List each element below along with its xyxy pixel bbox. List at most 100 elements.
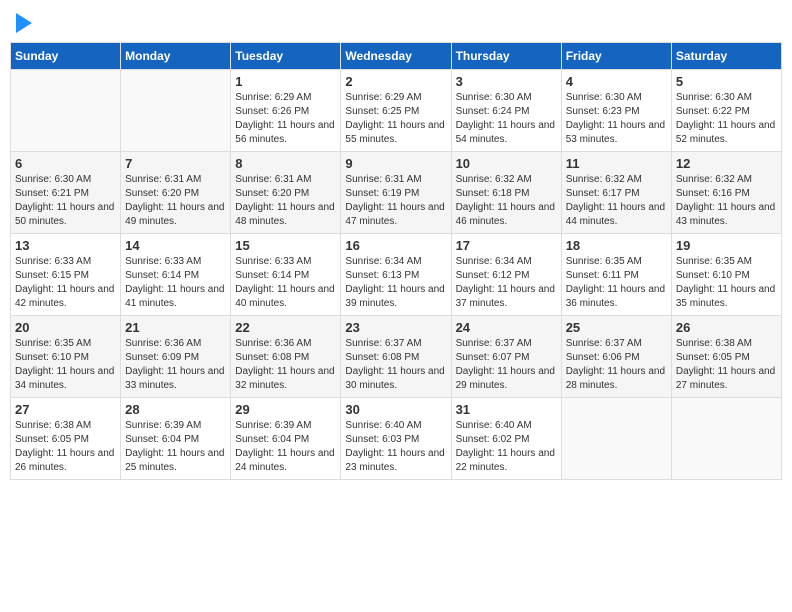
calendar-cell: 28Sunrise: 6:39 AMSunset: 6:04 PMDayligh… (121, 398, 231, 480)
day-info: Sunrise: 6:38 AMSunset: 6:05 PMDaylight:… (676, 337, 777, 393)
day-number: 10 (456, 156, 557, 171)
calendar-cell: 21 Sunrise: 6:36 AMSunset: 6:09 PMDayligh… (121, 316, 231, 398)
day-number: 14 (125, 238, 226, 253)
page-header (10, 10, 782, 34)
day-info: Sunrise: 6:35 AMSunset: 6:11 PMDaylight:… (566, 255, 667, 311)
calendar-cell: 17 Sunrise: 6:34 AMSunset: 6:12 PMDayligh… (451, 234, 561, 316)
day-number: 4 (566, 74, 667, 89)
weekday-header-wednesday: Wednesday (341, 43, 451, 70)
day-info: Sunrise: 6:32 AMSunset: 6:18 PMDaylight:… (456, 173, 557, 229)
logo-text-general (14, 10, 32, 34)
day-info: Sunrise: 6:38 AMSunset: 6:05 PMDaylight:… (15, 419, 116, 475)
day-number: 5 (676, 74, 777, 89)
calendar-cell: 5 Sunrise: 6:30 AMSunset: 6:22 PMDaylight… (671, 70, 781, 152)
day-info: Sunrise: 6:40 AMSunset: 6:03 PMDaylight:… (345, 419, 446, 475)
day-info: Sunrise: 6:35 AMSunset: 6:10 PMDaylight:… (15, 337, 116, 393)
calendar-cell: 8 Sunrise: 6:31 AMSunset: 6:20 PMDaylight… (231, 152, 341, 234)
calendar-cell: 23 Sunrise: 6:37 AMSunset: 6:08 PMDayligh… (341, 316, 451, 398)
day-number: 20 (15, 320, 116, 335)
day-info: Sunrise: 6:39 AMSunset: 6:04 PMDaylight:… (125, 419, 226, 475)
day-number: 11 (566, 156, 667, 171)
calendar-cell: 25Sunrise: 6:37 AMSunset: 6:06 PMDayligh… (561, 316, 671, 398)
calendar-cell: 29 Sunrise: 6:39 AMSunset: 6:04 PMDayligh… (231, 398, 341, 480)
day-info: Sunrise: 6:34 AMSunset: 6:12 PMDaylight:… (456, 255, 557, 311)
calendar-cell: 16 Sunrise: 6:34 AMSunset: 6:13 PMDayligh… (341, 234, 451, 316)
day-info: Sunrise: 6:30 AMSunset: 6:23 PMDaylight:… (566, 91, 667, 147)
calendar-cell: 19 Sunrise: 6:35 AMSunset: 6:10 PMDayligh… (671, 234, 781, 316)
calendar-table: SundayMondayTuesdayWednesdayThursdayFrid… (10, 42, 782, 480)
day-number: 8 (235, 156, 336, 171)
day-number: 1 (235, 74, 336, 89)
day-number: 23 (345, 320, 446, 335)
day-info: Sunrise: 6:29 AMSunset: 6:25 PMDaylight:… (345, 91, 446, 147)
logo (14, 10, 32, 34)
calendar-cell: 2 Sunrise: 6:29 AMSunset: 6:25 PMDaylight… (341, 70, 451, 152)
calendar-week-row: 20 Sunrise: 6:35 AMSunset: 6:10 PMDayligh… (11, 316, 782, 398)
calendar-cell: 18 Sunrise: 6:35 AMSunset: 6:11 PMDayligh… (561, 234, 671, 316)
calendar-cell: 12Sunrise: 6:32 AMSunset: 6:16 PMDayligh… (671, 152, 781, 234)
day-number: 2 (345, 74, 446, 89)
day-info: Sunrise: 6:36 AMSunset: 6:09 PMDaylight:… (125, 337, 226, 393)
day-info: Sunrise: 6:39 AMSunset: 6:04 PMDaylight:… (235, 419, 336, 475)
day-info: Sunrise: 6:30 AMSunset: 6:22 PMDaylight:… (676, 91, 777, 147)
calendar-week-row: 6Sunrise: 6:30 AMSunset: 6:21 PMDaylight… (11, 152, 782, 234)
calendar-cell: 4 Sunrise: 6:30 AMSunset: 6:23 PMDaylight… (561, 70, 671, 152)
day-number: 13 (15, 238, 116, 253)
day-info: Sunrise: 6:33 AMSunset: 6:15 PMDaylight:… (15, 255, 116, 311)
day-info: Sunrise: 6:31 AMSunset: 6:20 PMDaylight:… (125, 173, 226, 229)
day-number: 26 (676, 320, 777, 335)
calendar-cell: 10 Sunrise: 6:32 AMSunset: 6:18 PMDayligh… (451, 152, 561, 234)
weekday-header-tuesday: Tuesday (231, 43, 341, 70)
weekday-header-monday: Monday (121, 43, 231, 70)
day-info: Sunrise: 6:37 AMSunset: 6:08 PMDaylight:… (345, 337, 446, 393)
calendar-cell: 31 Sunrise: 6:40 AMSunset: 6:02 PMDayligh… (451, 398, 561, 480)
calendar-cell (561, 398, 671, 480)
day-info: Sunrise: 6:33 AMSunset: 6:14 PMDaylight:… (125, 255, 226, 311)
day-info: Sunrise: 6:31 AMSunset: 6:20 PMDaylight:… (235, 173, 336, 229)
calendar-cell (671, 398, 781, 480)
calendar-cell: 24 Sunrise: 6:37 AMSunset: 6:07 PMDayligh… (451, 316, 561, 398)
day-number: 27 (15, 402, 116, 417)
calendar-cell: 6Sunrise: 6:30 AMSunset: 6:21 PMDaylight… (11, 152, 121, 234)
day-number: 24 (456, 320, 557, 335)
day-number: 3 (456, 74, 557, 89)
day-number: 16 (345, 238, 446, 253)
calendar-week-row: 1 Sunrise: 6:29 AMSunset: 6:26 PMDaylight… (11, 70, 782, 152)
day-info: Sunrise: 6:30 AMSunset: 6:24 PMDaylight:… (456, 91, 557, 147)
calendar-cell: 1 Sunrise: 6:29 AMSunset: 6:26 PMDaylight… (231, 70, 341, 152)
calendar-cell: 3 Sunrise: 6:30 AMSunset: 6:24 PMDaylight… (451, 70, 561, 152)
weekday-header-row: SundayMondayTuesdayWednesdayThursdayFrid… (11, 43, 782, 70)
day-number: 19 (676, 238, 777, 253)
logo-arrow-icon (16, 13, 32, 33)
day-number: 7 (125, 156, 226, 171)
weekday-header-thursday: Thursday (451, 43, 561, 70)
calendar-cell: 30Sunrise: 6:40 AMSunset: 6:03 PMDayligh… (341, 398, 451, 480)
day-number: 18 (566, 238, 667, 253)
day-number: 12 (676, 156, 777, 171)
calendar-cell (11, 70, 121, 152)
calendar-cell: 15 Sunrise: 6:33 AMSunset: 6:14 PMDayligh… (231, 234, 341, 316)
day-number: 15 (235, 238, 336, 253)
day-number: 25 (566, 320, 667, 335)
weekday-header-sunday: Sunday (11, 43, 121, 70)
day-info: Sunrise: 6:35 AMSunset: 6:10 PMDaylight:… (676, 255, 777, 311)
calendar-week-row: 13 Sunrise: 6:33 AMSunset: 6:15 PMDayligh… (11, 234, 782, 316)
day-info: Sunrise: 6:37 AMSunset: 6:07 PMDaylight:… (456, 337, 557, 393)
day-info: Sunrise: 6:40 AMSunset: 6:02 PMDaylight:… (456, 419, 557, 475)
calendar-week-row: 27 Sunrise: 6:38 AMSunset: 6:05 PMDayligh… (11, 398, 782, 480)
calendar-cell: 20 Sunrise: 6:35 AMSunset: 6:10 PMDayligh… (11, 316, 121, 398)
day-info: Sunrise: 6:36 AMSunset: 6:08 PMDaylight:… (235, 337, 336, 393)
calendar-cell: 13 Sunrise: 6:33 AMSunset: 6:15 PMDayligh… (11, 234, 121, 316)
day-info: Sunrise: 6:34 AMSunset: 6:13 PMDaylight:… (345, 255, 446, 311)
day-info: Sunrise: 6:29 AMSunset: 6:26 PMDaylight:… (235, 91, 336, 147)
day-number: 31 (456, 402, 557, 417)
day-number: 9 (345, 156, 446, 171)
day-number: 21 (125, 320, 226, 335)
day-number: 29 (235, 402, 336, 417)
day-number: 22 (235, 320, 336, 335)
calendar-cell: 22 Sunrise: 6:36 AMSunset: 6:08 PMDayligh… (231, 316, 341, 398)
day-info: Sunrise: 6:33 AMSunset: 6:14 PMDaylight:… (235, 255, 336, 311)
day-number: 17 (456, 238, 557, 253)
day-number: 6 (15, 156, 116, 171)
calendar-cell (121, 70, 231, 152)
